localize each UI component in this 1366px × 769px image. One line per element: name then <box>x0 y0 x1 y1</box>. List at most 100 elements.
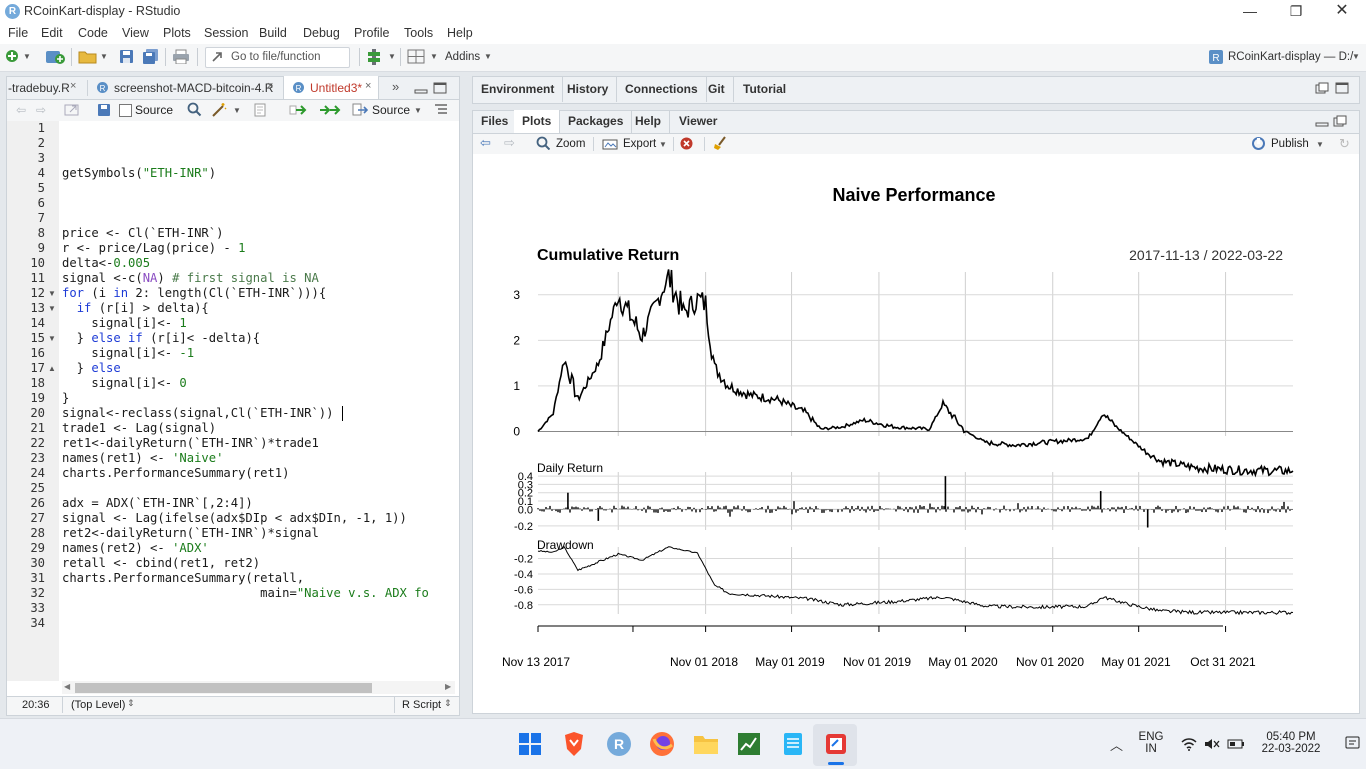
menu-build[interactable]: Build <box>259 26 287 40</box>
next-plot-icon[interactable]: ⇨ <box>504 135 515 151</box>
tab-plots[interactable]: Plots <box>514 110 561 133</box>
tab-viewer[interactable]: Viewer <box>671 110 725 133</box>
source-arrow-icon[interactable] <box>352 103 368 117</box>
chevron-down-icon[interactable]: ▼ <box>484 52 492 61</box>
code-line[interactable]: names(ret2) <- 'ADX' <box>62 541 209 556</box>
magic-wand-icon[interactable] <box>211 102 227 118</box>
open-file-icon[interactable] <box>78 49 98 64</box>
code-line[interactable]: for (i in 2: length(Cl(`ETH-INR`))){ <box>62 286 326 301</box>
refresh-icon[interactable]: ↻ <box>1339 136 1350 152</box>
menu-profile[interactable]: Profile <box>354 26 389 40</box>
code-line[interactable]: main="Naive v.s. ADX fo <box>62 586 429 601</box>
wifi-icon[interactable] <box>1181 737 1197 751</box>
remove-plot-icon[interactable] <box>680 137 693 150</box>
broom-icon[interactable] <box>712 136 728 151</box>
editor-tab-macd[interactable]: screenshot-MACD-bitcoin-4.R <box>114 77 273 99</box>
code-line[interactable]: signal<-reclass(signal,Cl(`ETH-INR`)) <box>62 406 334 421</box>
chart-app-icon[interactable] <box>736 731 762 757</box>
editor-tab-tradebuy[interactable]: -tradebuy.R <box>8 77 70 99</box>
menu-file[interactable]: File <box>8 26 28 40</box>
tab-tutorial[interactable]: Tutorial <box>735 76 794 102</box>
snipping-tool-icon[interactable] <box>823 731 849 757</box>
code-line[interactable]: charts.PerformanceSummary(retall, <box>62 571 304 586</box>
save-icon[interactable] <box>97 103 111 117</box>
language-indicator[interactable]: ENG IN <box>1135 731 1167 755</box>
scrollbar-thumb[interactable] <box>75 683 372 693</box>
editor-tab-untitled3[interactable]: Untitled3* <box>310 77 362 99</box>
fold-arrow-icon[interactable]: ▼ <box>48 301 56 316</box>
code-line[interactable]: trade1 <- Lag(signal) <box>62 421 216 436</box>
code-line[interactable]: ret1<-dailyReturn(`ETH-INR`)*trade1 <box>62 436 319 451</box>
maximize-pane-icon[interactable] <box>433 82 447 94</box>
code-line[interactable]: signal[i]<- -1 <box>62 346 194 361</box>
restore-icon[interactable]: ❐ <box>1273 0 1319 24</box>
filetype-selector[interactable]: R Script <box>402 699 441 711</box>
menu-tools[interactable]: Tools <box>404 26 433 40</box>
save-all-icon[interactable] <box>142 48 159 65</box>
maximize-pane-icon[interactable] <box>1335 82 1349 94</box>
firefox-icon[interactable] <box>649 731 675 757</box>
fold-arrow-icon[interactable]: ▼ <box>48 331 56 346</box>
outline-icon[interactable] <box>434 103 448 116</box>
rerun-icon[interactable] <box>319 104 341 116</box>
code-line[interactable]: } else <box>62 361 121 376</box>
chevron-up-icon[interactable]: ︿ <box>1110 735 1123 754</box>
export-icon[interactable] <box>602 137 618 150</box>
close-icon[interactable]: ✕ <box>1319 0 1365 24</box>
notepad-icon[interactable] <box>781 731 805 757</box>
compile-report-icon[interactable] <box>253 103 267 117</box>
pane-layout-icon[interactable] <box>407 49 425 64</box>
updown-icon[interactable]: ⇕ <box>444 698 452 709</box>
back-arrow-icon[interactable]: ⇦ <box>16 103 26 117</box>
code-line[interactable]: ret2<-dailyReturn(`ETH-INR`)*signal <box>62 526 319 541</box>
tab-help[interactable]: Help <box>627 110 671 133</box>
source-on-save-checkbox[interactable] <box>119 104 132 117</box>
r-app-icon[interactable]: R <box>606 731 632 757</box>
code-line[interactable]: } else if (r[i]< -delta){ <box>62 331 260 346</box>
show-in-window-icon[interactable] <box>64 103 80 117</box>
new-project-icon[interactable] <box>44 48 66 65</box>
zoom-icon[interactable] <box>536 136 550 150</box>
code-line[interactable]: charts.PerformanceSummary(ret1) <box>62 466 289 481</box>
tab-connections[interactable]: Connections <box>617 76 707 102</box>
code-line[interactable]: if (r[i] > delta){ <box>62 301 209 316</box>
menu-code[interactable]: Code <box>78 26 108 40</box>
code-line[interactable]: delta<-0.005 <box>62 256 150 271</box>
close-tab-icon[interactable]: × <box>70 80 76 92</box>
menu-debug[interactable]: Debug <box>303 26 340 40</box>
menu-edit[interactable]: Edit <box>41 26 63 40</box>
previous-plot-icon[interactable]: ⇦ <box>480 135 491 151</box>
search-icon[interactable] <box>187 102 202 117</box>
code-line[interactable]: signal <- Lag(ifelse(adx$DIp < adx$DIn, … <box>62 511 407 526</box>
code-line[interactable]: signal <-c(NA) # first signal is NA <box>62 271 319 286</box>
chevron-down-icon[interactable]: ▼ <box>388 52 396 61</box>
vcs-icon[interactable] <box>367 48 381 66</box>
chevron-down-icon[interactable]: ▼ <box>23 52 31 61</box>
chevron-down-icon[interactable]: ▼ <box>414 106 422 115</box>
minimize-pane-icon[interactable] <box>1315 118 1329 128</box>
clock[interactable]: 05:40 PM 22-03-2022 <box>1255 731 1327 755</box>
save-icon[interactable] <box>119 49 134 64</box>
fold-arrow-icon[interactable]: ▲ <box>48 361 56 376</box>
close-tab-icon[interactable]: × <box>365 80 371 92</box>
menu-session[interactable]: Session <box>204 26 248 40</box>
chevron-down-icon[interactable]: ▼ <box>100 52 108 61</box>
tab-git[interactable]: Git <box>700 76 734 102</box>
brave-browser-icon[interactable] <box>562 731 586 757</box>
forward-arrow-icon[interactable]: ⇨ <box>36 103 46 117</box>
menu-plots[interactable]: Plots <box>163 26 191 40</box>
chevron-down-icon[interactable]: ▼ <box>233 106 241 115</box>
code-line[interactable]: signal[i]<- 1 <box>62 316 186 331</box>
chevron-down-icon[interactable]: ▼ <box>659 140 667 149</box>
code-line[interactable]: signal[i]<- 0 <box>62 376 186 391</box>
tab-environment[interactable]: Environment <box>473 76 564 102</box>
publish-button[interactable]: Publish <box>1271 138 1309 150</box>
code-line[interactable]: adx = ADX(`ETH-INR`[,2:4]) <box>62 496 253 511</box>
fold-arrow-icon[interactable]: ▼ <box>48 286 56 301</box>
tab-packages[interactable]: Packages <box>560 110 633 133</box>
battery-icon[interactable] <box>1227 738 1245 750</box>
addins-button[interactable]: Addins <box>445 51 480 63</box>
volume-muted-icon[interactable] <box>1204 737 1220 751</box>
menu-help[interactable]: Help <box>447 26 473 40</box>
more-tabs-icon[interactable]: » <box>392 79 399 94</box>
